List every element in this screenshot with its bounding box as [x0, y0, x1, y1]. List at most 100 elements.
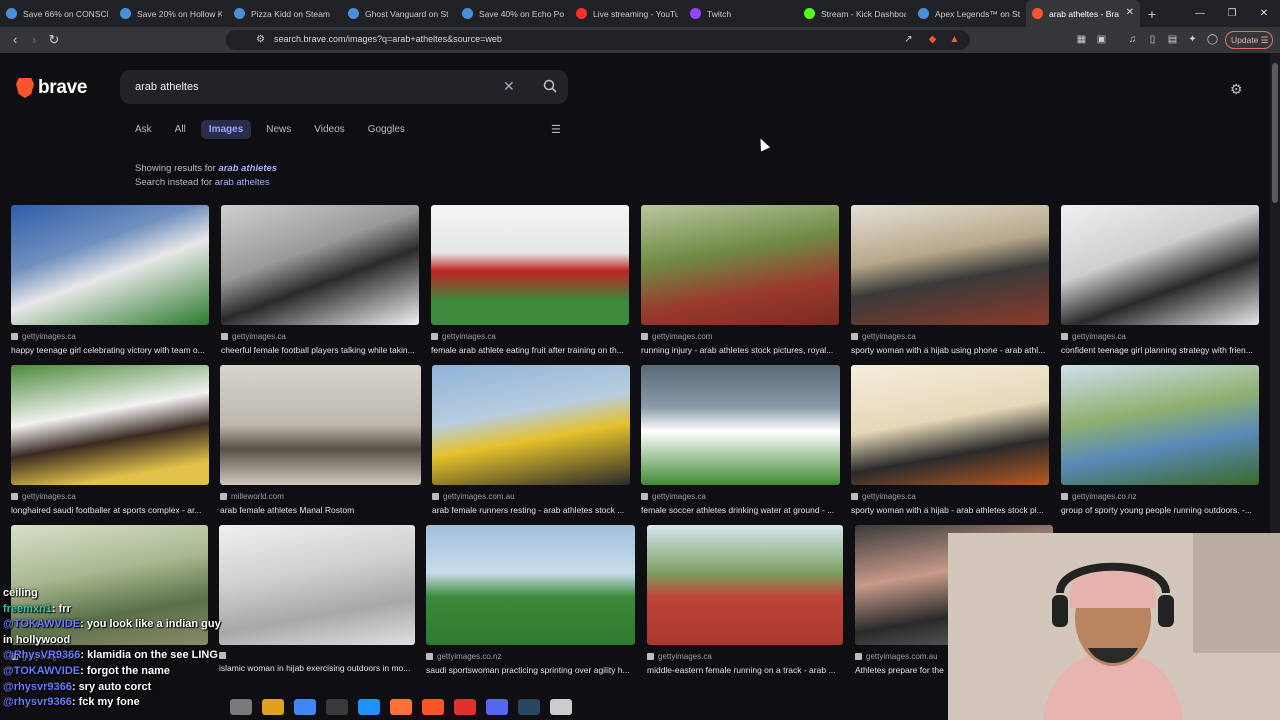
result-thumbnail[interactable] [1061, 365, 1259, 485]
result-caption[interactable]: female soccer athletes drinking water at… [641, 505, 840, 515]
image-result-card[interactable]: gettyimages.ca longhaired saudi footballe… [11, 365, 209, 515]
tab-goggles[interactable]: Goggles [360, 120, 413, 139]
image-result-card[interactable]: gettyimages.ca sporty woman with a hijab … [851, 365, 1049, 515]
image-result-card[interactable]: gettyimages.ca female arab athlete eating… [431, 205, 629, 355]
taskbar-app-icon[interactable] [518, 699, 540, 715]
result-thumbnail[interactable] [641, 205, 839, 325]
result-caption[interactable]: longhaired saudi footballer at sports co… [11, 505, 209, 515]
browser-tab[interactable]: Save 66% on CONSCRI [0, 0, 114, 27]
image-result-card[interactable]: gettyimages.ca cheerful female football p… [221, 205, 419, 355]
tab-ask[interactable]: Ask [127, 120, 160, 139]
result-source[interactable]: milleworld.com [220, 492, 421, 501]
restore-icon[interactable]: ❐ [1216, 0, 1248, 27]
image-result-card[interactable]: milleworld.com arab female athletes Manal… [220, 365, 421, 515]
image-result-card[interactable]: gettyimages.com running injury - arab ath… [641, 205, 839, 355]
browser-tab[interactable]: Save 40% on Echo Poi [456, 0, 570, 27]
result-caption[interactable]: saudi sportswoman practicing sprinting o… [426, 665, 635, 675]
leo-icon[interactable]: ✦ [1186, 33, 1199, 46]
brave-shields-icon[interactable]: ◆ [926, 33, 939, 46]
result-source[interactable]: gettyimages.ca [647, 652, 843, 661]
result-caption[interactable]: running injury - arab athletes stock pic… [641, 345, 839, 355]
taskbar-app-icon[interactable] [326, 699, 348, 715]
taskbar-app-icon[interactable] [230, 699, 252, 715]
scrollbar-thumb[interactable] [1272, 63, 1278, 203]
result-source[interactable]: gettyimages.ca [851, 332, 1049, 341]
result-caption[interactable]: sporty woman with a hijab - arab athlete… [851, 505, 1049, 515]
settings-gear-icon[interactable]: ⚙ [1230, 81, 1243, 98]
brave-logo[interactable]: brave [16, 77, 88, 99]
tab-all[interactable]: All [167, 120, 194, 139]
vpn-icon[interactable]: ▤ [1166, 33, 1179, 46]
original-query-link[interactable]: arab atheltes [215, 177, 270, 188]
taskbar-app-icon[interactable] [454, 699, 476, 715]
result-source[interactable]: gettyimages.ca [851, 492, 1049, 501]
image-result-card[interactable]: gettyimages.ca happy teenage girl celebra… [11, 205, 209, 355]
result-thumbnail[interactable] [221, 205, 419, 325]
browser-tab[interactable]: Ghost Vanguard on St [342, 0, 456, 27]
reload-icon[interactable]: ↻ [46, 32, 62, 48]
brave-rewards-icon[interactable]: ▲ [948, 33, 961, 46]
shield-icon[interactable]: ◯ [1206, 33, 1219, 46]
browser-tab[interactable]: Live streaming - YouTu [570, 0, 684, 27]
url-text[interactable]: search.brave.com/images?q=arab+atheltes&… [274, 34, 502, 44]
search-icon[interactable] [543, 79, 557, 93]
browser-tab[interactable]: Apex Legends™ on Ste [912, 0, 1026, 27]
taskbar-app-icon[interactable] [262, 699, 284, 715]
clear-search-icon[interactable]: ✕ [503, 78, 515, 95]
result-thumbnail[interactable] [11, 365, 209, 485]
result-thumbnail[interactable] [641, 365, 840, 485]
result-caption[interactable]: arab female runners resting - arab athle… [432, 505, 630, 515]
result-thumbnail[interactable] [1061, 205, 1259, 325]
result-source[interactable]: gettyimages.ca [641, 492, 840, 501]
result-caption[interactable]: sporty woman with a hijab using phone - … [851, 345, 1049, 355]
share-icon[interactable]: ↗ [902, 33, 915, 46]
address-bar[interactable]: ⚙ search.brave.com/images?q=arab+athelte… [226, 30, 970, 50]
site-settings-icon[interactable]: ⚙ [254, 33, 267, 46]
image-result-card[interactable]: gettyimages.ca sporty woman with a hijab … [851, 205, 1049, 355]
taskbar-app-icon[interactable] [550, 699, 572, 715]
result-caption[interactable]: confident teenage girl planning strategy… [1061, 345, 1259, 355]
image-result-card[interactable]: gettyimages.co.nz saudi sportswoman pract… [426, 525, 635, 675]
new-tab-button[interactable]: + [1140, 0, 1164, 27]
result-thumbnail[interactable] [432, 365, 630, 485]
search-box[interactable]: arab atheltes ✕ [120, 70, 568, 104]
result-source[interactable]: gettyimages.com.au [432, 492, 630, 501]
image-result-card[interactable]: gettyimages.com.au arab female runners re… [432, 365, 630, 515]
close-tab-icon[interactable]: ✕ [1126, 7, 1134, 18]
result-thumbnail[interactable] [647, 525, 843, 645]
forward-icon[interactable]: › [26, 32, 42, 48]
browser-tab[interactable]: Stream - Kick Dashboa [798, 0, 912, 27]
taskbar-app-icon[interactable] [390, 699, 412, 715]
result-thumbnail[interactable] [851, 205, 1049, 325]
filter-icon[interactable]: ☰ [551, 123, 561, 136]
browser-tab[interactable]: Twitch [684, 0, 798, 27]
result-source[interactable]: gettyimages.ca [221, 332, 419, 341]
result-thumbnail[interactable] [431, 205, 629, 325]
browser-tab[interactable]: Pizza Kidd on Steam [228, 0, 342, 27]
result-source[interactable]: gettyimages.co.nz [1061, 492, 1259, 501]
taskbar-app-icon[interactable] [422, 699, 444, 715]
result-source[interactable]: gettyimages.com [641, 332, 839, 341]
extensions-icon[interactable]: ▦ [1075, 33, 1088, 46]
result-caption[interactable]: female arab athlete eating fruit after t… [431, 345, 629, 355]
image-result-card[interactable]: gettyimages.ca confident teenage girl pla… [1061, 205, 1259, 355]
tab-videos[interactable]: Videos [306, 120, 352, 139]
image-result-card[interactable]: gettyimages.co.nz group of sporty young p… [1061, 365, 1259, 515]
sidebar-icon[interactable]: ▯ [1146, 33, 1159, 46]
browser-tab[interactable]: Save 20% on Hollow K [114, 0, 228, 27]
result-source[interactable]: gettyimages.co.nz [426, 652, 635, 661]
corrected-query-link[interactable]: arab athletes [218, 163, 277, 174]
image-result-card[interactable]: gettyimages.ca female soccer athletes dri… [641, 365, 840, 515]
minimize-icon[interactable]: — [1184, 0, 1216, 27]
taskbar-app-icon[interactable] [294, 699, 316, 715]
result-caption[interactable]: middle-eastern female running on a track… [647, 665, 843, 675]
browser-tab[interactable]: arab atheltes - Bra ✕ [1026, 0, 1140, 27]
taskbar-app-icon[interactable] [358, 699, 380, 715]
close-window-icon[interactable]: ✕ [1248, 0, 1280, 27]
result-thumbnail[interactable] [11, 205, 209, 325]
taskbar-app-icon[interactable] [486, 699, 508, 715]
result-source[interactable]: gettyimages.ca [431, 332, 629, 341]
result-source[interactable]: gettyimages.ca [11, 332, 209, 341]
back-icon[interactable]: ‹ [7, 32, 23, 48]
result-source[interactable]: gettyimages.ca [1061, 332, 1259, 341]
